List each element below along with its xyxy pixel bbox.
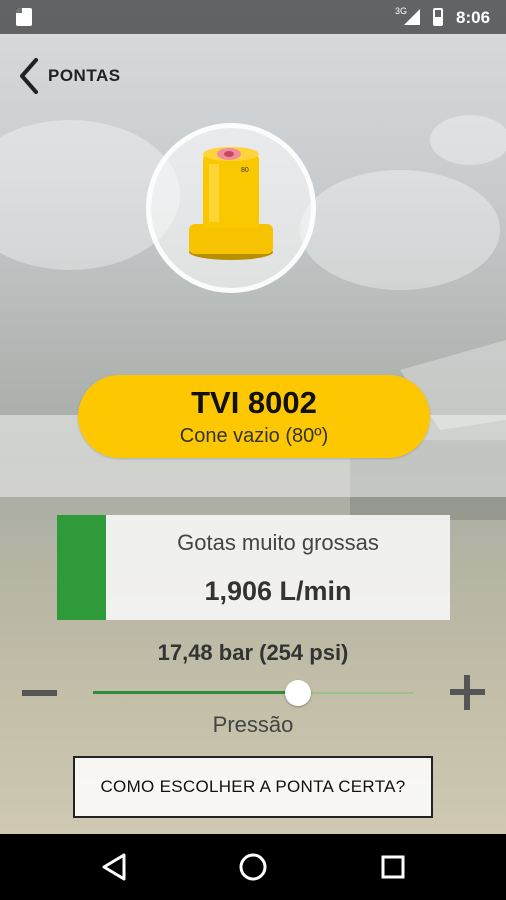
slider-thumb[interactable]: [284, 680, 311, 706]
signal-icon: [404, 9, 420, 25]
nav-home-icon[interactable]: [236, 850, 270, 884]
how-to-choose-button[interactable]: COMO ESCOLHER A PONTA CERTA?: [73, 756, 433, 818]
pressure-value: 17,48 bar (254 psi): [157, 640, 349, 665]
nozzle-tip-number: 80: [241, 167, 249, 174]
battery-icon: [433, 8, 443, 26]
droplet-info-card: Gotas muito grossas 1,906 L/min: [57, 515, 450, 620]
navigation-bar: [0, 834, 506, 900]
nozzle-name-pill: TVI 8002 Cone vazio (80º): [78, 375, 430, 458]
back-button[interactable]: PONTAS: [18, 56, 121, 96]
droplet-class-color-bar: [57, 515, 106, 620]
nozzle-tip-icon: 80: [189, 147, 273, 260]
pressure-slider[interactable]: [93, 674, 413, 714]
droplet-class: Gotas muito grossas: [177, 530, 379, 555]
nozzle-code: TVI 8002: [191, 385, 317, 420]
pressure-label: Pressão: [212, 712, 294, 737]
back-label: PONTAS: [48, 66, 121, 85]
sd-card-icon: [16, 8, 32, 26]
nav-recents-icon[interactable]: [376, 850, 410, 884]
flow-rate: 1,906 L/min: [204, 576, 352, 606]
nozzle-description: Cone vazio (80º): [179, 425, 329, 447]
slider-fill: [93, 691, 298, 694]
increase-pressure-button[interactable]: [450, 675, 485, 710]
nozzle-image-frame: 80: [146, 123, 316, 293]
status-bar: 3G 8:06: [0, 0, 506, 34]
decrease-pressure-button[interactable]: [22, 690, 57, 696]
chevron-left-icon: [20, 58, 38, 94]
status-time: 8:06: [456, 8, 491, 27]
nav-back-icon[interactable]: [98, 850, 132, 884]
